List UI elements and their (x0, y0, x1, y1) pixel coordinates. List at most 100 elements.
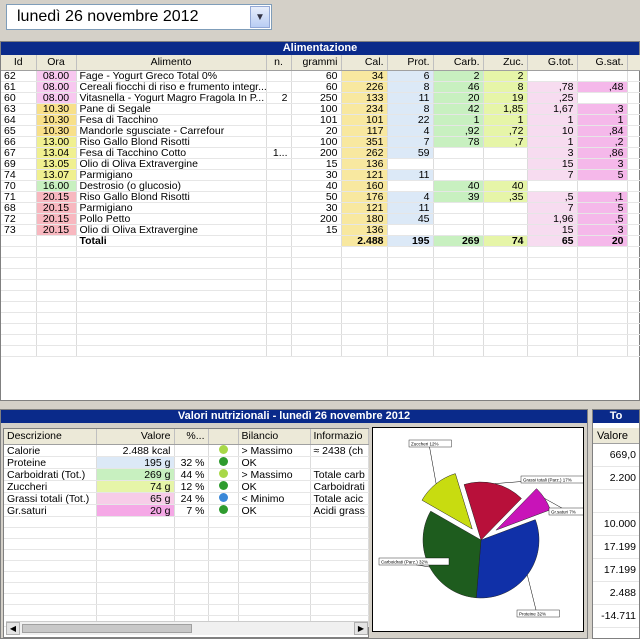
cell-carb: 40 (433, 180, 484, 192)
valori-row[interactable]: Grassi totali (Tot.) 65 g 24 % < Minimo Tota… (4, 492, 369, 505)
scroll-left-icon[interactable]: ◀ (6, 622, 20, 635)
cell-ora: 13.07 (36, 169, 77, 181)
cell-zuc (483, 202, 528, 214)
food-col-header[interactable]: Ora (36, 55, 77, 71)
valori-col-header[interactable]: Informazio (310, 429, 369, 445)
valori-pct: 32 % (174, 456, 209, 469)
valori-info: Totale acic (310, 492, 369, 505)
row-spacer (627, 114, 640, 126)
status-cell (208, 468, 239, 481)
empty-cell (483, 323, 528, 335)
food-col-header[interactable]: Prot. (387, 55, 434, 71)
cell-cal: 176 (341, 191, 388, 203)
empty-cell (174, 604, 209, 616)
empty-cell (96, 538, 175, 550)
food-col-header[interactable]: G.tot. (527, 55, 578, 71)
table-row[interactable]: 67 13.04 Fesa di Tacchino Cotto 1... 200 262 5… (1, 147, 640, 159)
cell-n (266, 103, 292, 115)
valori-col-header[interactable]: Bilancio (238, 429, 311, 445)
cell-prot: 11 (387, 202, 434, 214)
valori-col-header[interactable]: Valore (96, 429, 175, 445)
food-col-header[interactable]: G.sat. (577, 55, 628, 71)
table-row[interactable]: 70 16.00 Destrosio (o glucosio) 40 160 40 40 (1, 180, 640, 192)
table-row[interactable]: 69 13.05 Olio di Oliva Extravergine 15 136 15… (1, 158, 640, 170)
empty-cell (208, 516, 239, 528)
cell-ora: 13.00 (36, 136, 77, 148)
table-row[interactable]: 72 20.15 Pollo Petto 200 180 45 1,96,5 (1, 213, 640, 225)
food-col-header[interactable]: Alimento (76, 55, 267, 71)
totals-value: 17.199 (593, 536, 639, 559)
cell-alimento: Parmigiano (76, 202, 267, 214)
table-row[interactable]: 63 10.30 Pane di Segale 100 234 8 42 1,85 1,67,3 (1, 103, 640, 115)
table-row[interactable]: 62 08.00 Fage - Yogurt Greco Total 0% 60 34 6… (1, 70, 640, 82)
cell-gsat: 5 (577, 169, 628, 181)
empty-cell (483, 279, 528, 291)
cell-cal: 121 (341, 169, 388, 181)
cell-grammi: 101 (291, 114, 342, 126)
cell-ora: 20.15 (36, 224, 77, 236)
valori-row[interactable]: Calorie 2.488 kcal > Massimo ≈ 2438 (ch (4, 444, 369, 457)
table-row[interactable]: 65 10.30 Mandorle sgusciate - Carrefour 20 1… (1, 125, 640, 137)
empty-cell (310, 571, 369, 583)
table-row[interactable]: 73 20.15 Olio di Oliva Extravergine 15 136 15… (1, 224, 640, 236)
food-col-header[interactable]: Zuc. (483, 55, 528, 71)
cell-id: 62 (1, 70, 37, 82)
cell-ora: 20.15 (36, 191, 77, 203)
totals-header: Valore (593, 428, 639, 444)
chevron-down-icon[interactable]: ▼ (250, 6, 270, 28)
cell-id: 71 (1, 191, 37, 203)
cell-id: 73 (1, 224, 37, 236)
pie-label: Grassi totali (Parz.) 17% (523, 478, 572, 483)
food-table: Id Ora Alimento n. grammi Cal. Prot. Carb. Zuc. G… (1, 55, 640, 357)
empty-cell (4, 604, 97, 616)
scroll-thumb[interactable] (22, 624, 192, 633)
pie-leader-line (527, 574, 538, 615)
table-row[interactable]: 61 08.00 Cereali fiocchi di riso e frument… (1, 81, 640, 93)
date-value: lunedì 26 novembre 2012 (17, 8, 199, 25)
valori-val: 74 g (96, 480, 175, 493)
table-row[interactable]: 71 20.15 Riso Gallo Blond Risotti 50 176 4 39,… (1, 191, 640, 203)
valori-row[interactable]: Zuccheri 74 g 12 % OK Carboidrati (4, 480, 369, 493)
cell-gsat: ,48 (577, 81, 628, 93)
table-row[interactable]: 66 13.00 Riso Gallo Blond Risotti 100 351 7 78… (1, 136, 640, 148)
valori-pct: 44 % (174, 468, 209, 481)
date-select[interactable]: lunedì 26 novembre 2012 ▼ (6, 4, 272, 30)
valori-row[interactable]: Gr.saturi 20 g7 % OK Acidi grass (4, 504, 369, 517)
food-col-header[interactable]: grammi (291, 55, 342, 71)
cell-ora: 20.15 (36, 202, 77, 214)
empty-cell (387, 257, 434, 269)
food-col-header[interactable]: Cal. (341, 55, 388, 71)
valori-row[interactable]: Proteine 195 g 32 % OK (4, 456, 369, 469)
empty-cell (291, 323, 342, 335)
empty-cell (527, 323, 578, 335)
table-row[interactable]: 64 10.30 Fesa di Tacchino 101 101 22 1 1 1 1 (1, 114, 640, 126)
scroll-right-icon[interactable]: ▶ (354, 622, 368, 635)
cell-prot: 6 (387, 70, 434, 82)
cell-grammi: 100 (291, 136, 342, 148)
empty-cell (208, 582, 239, 594)
empty-cell (76, 257, 267, 269)
table-row[interactable]: 68 20.15 Parmigiano 30 121 11 7 5 (1, 202, 640, 214)
cell-alimento: Pollo Petto (76, 213, 267, 225)
empty-row (1, 279, 640, 291)
valori-val: 195 g (96, 456, 175, 469)
valori-row[interactable]: Carboidrati (Tot.) 269 g 44 % > Massimo Tota… (4, 468, 369, 481)
totals-row[interactable]: Totali 2.488 195 269 74 65 20 (1, 235, 640, 247)
cell-carb (433, 202, 484, 214)
valori-col-header[interactable] (208, 429, 239, 445)
empty-cell (341, 246, 388, 258)
food-col-header[interactable]: Id (1, 55, 37, 71)
valori-col-header[interactable]: Descrizione (4, 429, 97, 445)
food-col-header[interactable]: Carb. (433, 55, 484, 71)
empty-cell (174, 571, 209, 583)
table-row[interactable]: 74 13.07 Parmigiano 30 121 11 7 5 (1, 169, 640, 181)
horizontal-scrollbar[interactable]: ◀ ▶ (6, 621, 368, 635)
valori-col-header[interactable]: %... (174, 429, 209, 445)
food-col-header[interactable]: n. (266, 55, 292, 71)
pie-label: Gr.saturi 7% (551, 510, 576, 515)
table-row[interactable]: 60 08.00 Vitasnella - Yogurt Magro Fragola… (1, 92, 640, 104)
empty-cell (387, 334, 434, 346)
cell-alimento: Pane di Segale (76, 103, 267, 115)
cell-gsat: ,2 (577, 136, 628, 148)
empty-cell (76, 323, 267, 335)
